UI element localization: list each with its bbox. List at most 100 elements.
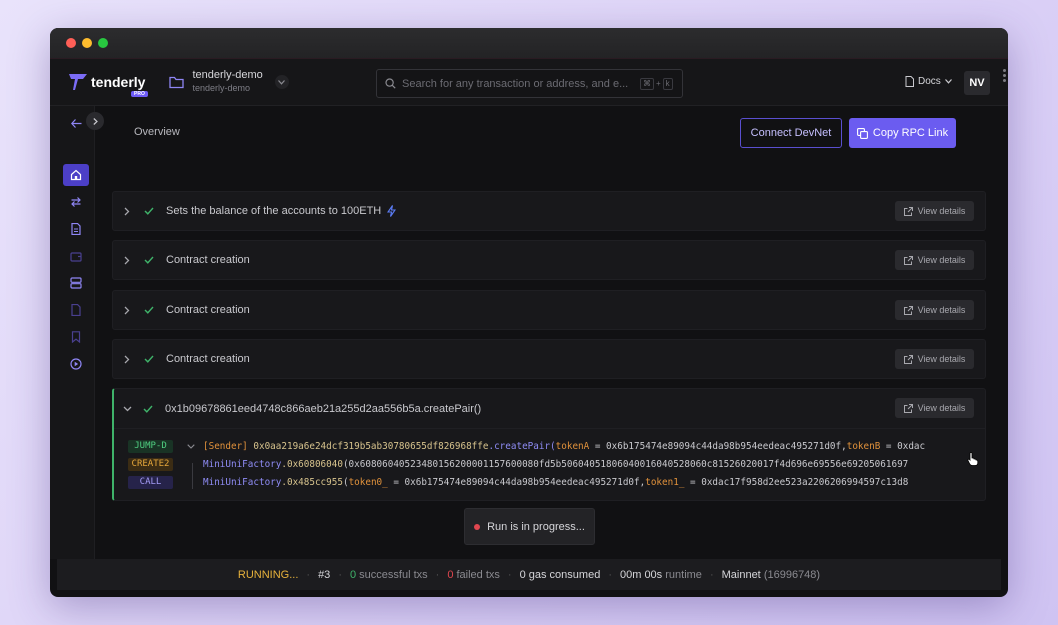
close-window-button[interactable] <box>66 38 76 48</box>
chevron-down-icon[interactable] <box>274 75 289 89</box>
status-bar: RUNNING... · #3 · 0 successful txs · 0 f… <box>57 559 1001 590</box>
view-details-button[interactable]: View details <box>895 398 974 418</box>
external-link-icon <box>903 206 913 216</box>
window-titlebar <box>50 28 1008 58</box>
view-details-button[interactable]: View details <box>895 201 974 221</box>
expanded-transaction-header[interactable]: 0x1b09678861eed4748c866aeb21a255d2aa556b… <box>114 389 985 429</box>
chevron-right-icon <box>92 117 98 125</box>
view-details-label: View details <box>917 403 966 413</box>
transfer-icon <box>71 197 81 207</box>
top-navigation-bar: tenderly PRO tenderly-demo tenderly-demo… <box>50 58 1008 106</box>
copy-icon <box>856 127 868 139</box>
view-details-button[interactable]: View details <box>895 349 974 369</box>
transaction-title: Contract creation <box>166 353 250 365</box>
minimize-window-button[interactable] <box>82 38 92 48</box>
failed-label: failed txs <box>456 568 500 581</box>
trace-line[interactable]: CALL MiniUniFactory .0x485cc955(token0_ =… <box>128 473 975 491</box>
trace-contract: MiniUniFactory <box>203 476 282 488</box>
trace-param-name: tokenA <box>555 440 590 452</box>
bookmark-icon <box>71 331 81 343</box>
project-subname: tenderly-demo <box>192 83 250 93</box>
external-link-icon <box>903 305 913 315</box>
recording-dot-icon <box>474 523 481 530</box>
success-check-icon <box>144 256 154 264</box>
external-link-icon <box>903 403 913 413</box>
transaction-title: 0x1b09678861eed4748c866aeb21a255d2aa556b… <box>165 402 482 415</box>
trace-line[interactable]: CREATE2 MiniUniFactory .0x60806040 (0x6080… <box>128 455 975 473</box>
trace-address: .0x60806040 <box>281 458 343 470</box>
chevron-right-icon[interactable] <box>124 256 134 265</box>
project-selector[interactable]: tenderly-demo tenderly-demo <box>169 69 289 95</box>
transaction-title: Contract creation <box>166 304 250 316</box>
sidebar-expand-button[interactable] <box>86 112 104 130</box>
back-arrow-icon[interactable] <box>63 112 89 134</box>
search-bar[interactable]: Search for any transaction or address, a… <box>376 69 683 98</box>
block-number: (16996748) <box>763 568 821 581</box>
trace-address: 0x0aa219a6e24dcf319b5ab30780655df826968f… <box>253 440 489 452</box>
wallet-icon <box>70 251 82 262</box>
file-code-icon <box>71 304 81 316</box>
run-status: RUNNING... <box>237 568 299 581</box>
network-name: Mainnet <box>721 568 761 581</box>
logo-text: tenderly <box>91 74 146 90</box>
trace-equals: = <box>880 440 898 452</box>
trace-param-value: 0xdac17f958d2ee523a2206206994597c13d8 <box>701 476 909 488</box>
page-title: Overview <box>134 126 180 138</box>
success-check-icon <box>144 306 154 314</box>
runtime-label: runtime <box>665 568 702 581</box>
sidebar-item-simulator[interactable] <box>63 299 89 321</box>
home-icon <box>70 169 82 181</box>
copy-rpc-link-label: Copy RPC Link <box>872 127 949 139</box>
chevron-right-icon[interactable] <box>124 207 134 216</box>
sidebar-item-bookmarks[interactable] <box>63 326 89 348</box>
folder-icon <box>169 76 185 88</box>
chevron-down-icon[interactable] <box>123 406 133 412</box>
search-input[interactable]: Search for any transaction or address, a… <box>402 78 634 90</box>
transaction-row[interactable]: Contract creation View details <box>112 339 986 379</box>
view-details-label: View details <box>917 255 966 265</box>
sidebar-item-storage[interactable] <box>63 272 89 294</box>
view-details-label: View details <box>917 354 966 364</box>
sidebar-item-home[interactable] <box>63 164 89 186</box>
main-content: Overview Connect DevNet Copy RPC Link Se… <box>95 106 1008 559</box>
opcode-badge: JUMP-D <box>128 439 173 453</box>
more-vertical-icon[interactable] <box>1003 69 1006 82</box>
sidebar-item-wallets[interactable] <box>63 245 89 267</box>
sidebar-item-transactions[interactable] <box>63 191 89 213</box>
trace-equals: = <box>387 476 405 488</box>
tenderly-logo[interactable]: tenderly PRO <box>69 74 148 97</box>
successful-label: successful txs <box>359 568 428 581</box>
copy-rpc-link-button[interactable]: Copy RPC Link <box>849 118 956 148</box>
sidebar-item-runs[interactable] <box>63 353 89 375</box>
success-check-icon <box>144 355 154 363</box>
trace-line[interactable]: JUMP-D [Sender] 0x0aa219a6e24dcf319b5ab3… <box>128 437 975 455</box>
view-details-button[interactable]: View details <box>895 300 974 320</box>
external-link-icon <box>903 354 913 364</box>
transaction-row[interactable]: Contract creation View details <box>112 290 986 330</box>
view-details-button[interactable]: View details <box>895 250 974 270</box>
project-name: tenderly-demo <box>192 69 263 81</box>
runtime-value: 00m 00s <box>619 568 663 581</box>
connect-devnet-button[interactable]: Connect DevNet <box>740 118 842 148</box>
user-avatar[interactable]: NV <box>964 71 990 95</box>
database-icon <box>70 277 82 289</box>
chevron-down-icon <box>944 79 952 84</box>
chevron-right-icon[interactable] <box>124 306 134 315</box>
chevron-down-icon[interactable] <box>187 443 197 449</box>
view-details-label: View details <box>917 305 966 315</box>
trace-args: (0x60806040523480156200001157600080fd5b5… <box>342 458 909 470</box>
sidebar-item-contracts[interactable] <box>63 218 89 240</box>
trace-function: .createPair( <box>488 440 556 452</box>
chevron-right-icon[interactable] <box>124 355 134 364</box>
transaction-row[interactable]: Sets the balance of the accounts to 100E… <box>112 191 986 231</box>
search-shortcut: ⌘ + k <box>640 77 673 90</box>
docs-menu[interactable]: Docs <box>905 76 952 87</box>
successful-count: 0 <box>349 568 357 581</box>
pro-badge: PRO <box>131 91 148 97</box>
trace-param-name: token0_ <box>348 476 388 488</box>
maximize-window-button[interactable] <box>98 38 108 48</box>
run-number: #3 <box>318 568 331 581</box>
success-check-icon <box>143 405 153 413</box>
transaction-row[interactable]: Contract creation View details <box>112 240 986 280</box>
shortcut-key-k: k <box>662 77 673 90</box>
